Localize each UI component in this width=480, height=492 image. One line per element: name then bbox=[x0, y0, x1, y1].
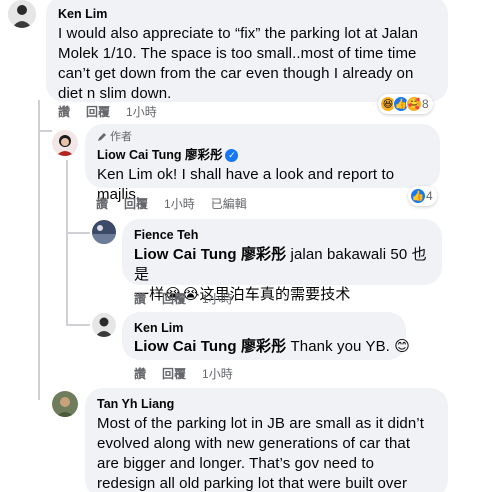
user-photo-icon bbox=[92, 313, 116, 337]
avatar[interactable] bbox=[52, 391, 78, 417]
reply-button[interactable]: 回覆 bbox=[124, 197, 148, 211]
thread-line-main-curve bbox=[38, 130, 52, 132]
thread-line-main bbox=[38, 100, 40, 400]
like-button[interactable]: 讚 bbox=[96, 197, 108, 211]
author-pen-icon bbox=[98, 133, 106, 141]
like-button[interactable]: 讚 bbox=[134, 367, 146, 381]
mention-link[interactable]: Liow Cai Tung 廖彩彤 bbox=[134, 246, 286, 263]
comment-actions: 讚 回覆 1小時 已編輯 bbox=[96, 197, 247, 211]
smile-emoji-icon: 😊 bbox=[394, 338, 410, 355]
comment-text-part: Thank you YB. bbox=[290, 338, 390, 355]
author-badge-label: 作者 bbox=[110, 131, 132, 143]
user-photo-icon bbox=[92, 220, 116, 244]
comment-actions: 讚 回覆 1小時 bbox=[58, 105, 157, 119]
reply-button[interactable]: 回覆 bbox=[162, 292, 186, 306]
avatar[interactable] bbox=[92, 313, 116, 337]
comment-time[interactable]: 1小時 bbox=[202, 367, 233, 381]
user-photo-icon bbox=[52, 130, 78, 156]
comment-time[interactable]: 1小時 bbox=[202, 292, 233, 306]
comment-text: I would also appreciate to “fix” the par… bbox=[58, 25, 419, 102]
thread-line-reply bbox=[66, 160, 68, 325]
reaction-count: 4 bbox=[426, 189, 433, 203]
edited-label[interactable]: 已編輯 bbox=[211, 197, 247, 211]
reaction-summary[interactable]: 👍 4 bbox=[408, 186, 437, 206]
comment-author[interactable]: Ken Lim bbox=[58, 6, 436, 22]
user-photo-icon bbox=[52, 391, 78, 417]
comment-time[interactable]: 1小時 bbox=[164, 197, 195, 211]
like-button[interactable]: 讚 bbox=[58, 105, 70, 119]
thread-line-reply-branch-1 bbox=[66, 232, 90, 234]
like-icon: 👍 bbox=[410, 188, 426, 204]
author-badge: 作者 bbox=[97, 130, 428, 144]
comment-bubble: 作者 Liow Cai Tung 廖彩彤 ✓ Ken Lim ok! I sha… bbox=[85, 124, 440, 203]
comment-actions: 讚 回覆 1小時 bbox=[134, 292, 233, 306]
reply-button[interactable]: 回覆 bbox=[86, 105, 110, 119]
comment-time[interactable]: 1小時 bbox=[126, 105, 157, 119]
comment-author[interactable]: Liow Cai Tung 廖彩彤 bbox=[97, 147, 222, 163]
comment-text: Liow Cai Tung 廖彩彤 Thank you YB. 😊 bbox=[134, 337, 410, 357]
avatar[interactable] bbox=[92, 220, 116, 244]
comment-actions: 讚 回覆 1小時 bbox=[134, 367, 233, 381]
avatar[interactable] bbox=[52, 130, 78, 156]
thread-line-reply-branch-2 bbox=[66, 324, 90, 326]
comment-author[interactable]: Fience Teh bbox=[134, 227, 430, 243]
comment-bubble: Ken Lim I would also appreciate to “fix”… bbox=[46, 0, 448, 102]
comment-bubble: Fience Teh Liow Cai Tung 廖彩彤 jalan bakaw… bbox=[122, 219, 442, 303]
like-button[interactable]: 讚 bbox=[134, 292, 146, 306]
comment-text: Most of the parking lot in JB are small … bbox=[97, 415, 425, 492]
comment-bubble: Tan Yh Liang Most of the parking lot in … bbox=[85, 388, 448, 492]
comment-author[interactable]: Tan Yh Liang bbox=[97, 396, 436, 412]
user-photo-icon bbox=[8, 0, 36, 28]
comment-bubble: Ken Lim Liow Cai Tung 廖彩彤 Thank you YB. … bbox=[122, 312, 410, 360]
avatar[interactable] bbox=[8, 0, 36, 28]
reaction-summary[interactable]: 😆 👍 🥰 8 bbox=[378, 94, 433, 114]
love-care-icon: 🥰 bbox=[406, 96, 422, 112]
reply-button[interactable]: 回覆 bbox=[162, 367, 186, 381]
mention-link[interactable]: Liow Cai Tung 廖彩彤 bbox=[134, 338, 286, 355]
comment-author[interactable]: Ken Lim bbox=[134, 320, 394, 336]
verified-badge-icon: ✓ bbox=[225, 148, 239, 162]
reaction-count: 8 bbox=[422, 97, 429, 111]
